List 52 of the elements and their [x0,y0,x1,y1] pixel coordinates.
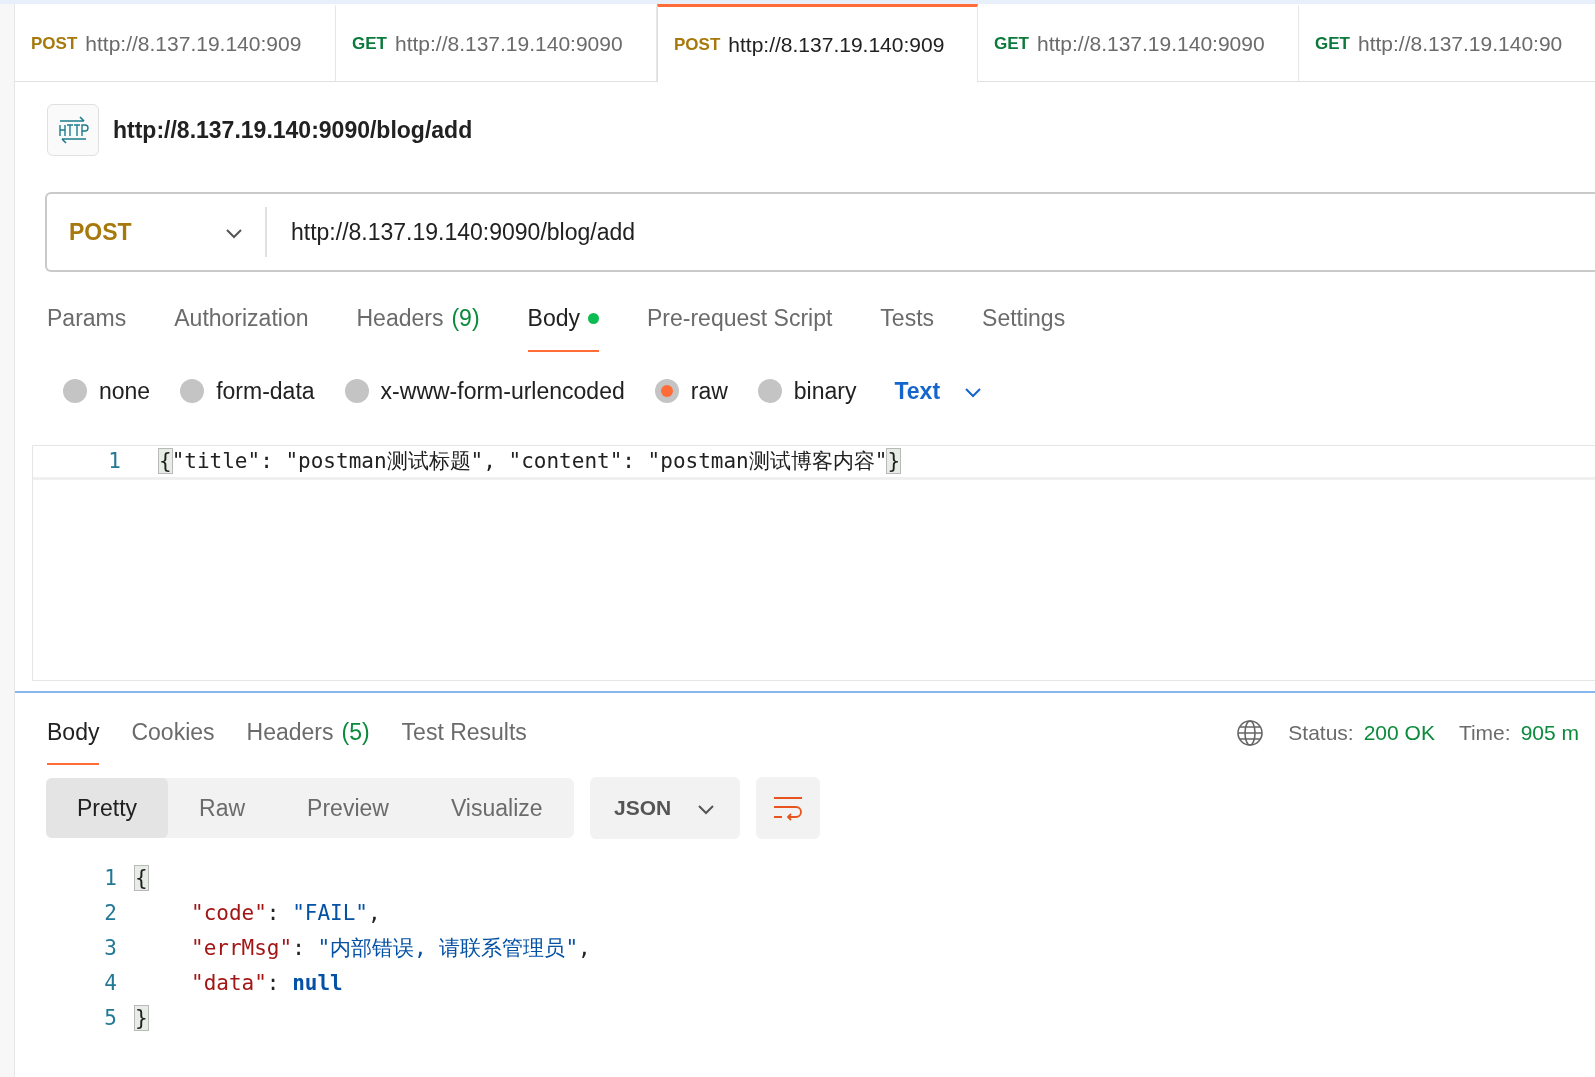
request-tab[interactable]: GET http://8.137.19.140:90 [1299,4,1595,81]
body-type-radio[interactable]: none [63,373,151,409]
code-line: {"title": "postman测试标题", "content": "postman测试博客内容"} [159,447,901,475]
wrap-icon [771,795,804,821]
response-tab[interactable]: Test Results [401,714,527,766]
view-mode-button[interactable]: Visualize [419,778,574,838]
line-number: 4 [103,969,118,997]
status-value: 200 OK [1363,720,1435,747]
view-mode-button[interactable]: Pretty [46,778,169,838]
code-line: "data": null [191,969,343,997]
request-section-tab[interactable]: Headers (9) [356,300,480,352]
chevron-icon [225,227,243,240]
wrap-lines-button[interactable] [755,777,820,839]
request-section-tab[interactable]: Tests [880,300,935,352]
response-format-select[interactable]: JSON [589,777,740,839]
line-number: 2 [103,899,118,927]
request-tab[interactable]: POST http://8.137.19.140:909 [657,4,978,83]
view-mode-button[interactable]: Preview [276,778,420,838]
request-section-tab[interactable]: Settings [982,300,1066,352]
response-tab[interactable]: Headers (5) [246,714,370,766]
line-number: 1 [103,864,118,892]
response-tab[interactable]: Cookies [131,714,215,766]
format-select[interactable]: Text [894,373,983,409]
time-value: 905 m [1520,720,1579,747]
code-line: "errMsg": "内部错误, 请联系管理员", [191,934,591,962]
line-number: 5 [103,1004,118,1032]
chevron-icon [964,386,983,399]
http-icon [47,104,99,156]
body-type-radio[interactable]: form-data [180,373,315,409]
request-tab[interactable]: POST http://8.137.19.140:909 [15,4,336,81]
request-section-tab[interactable]: Params [47,300,127,352]
line-number: 1 [107,447,122,475]
request-tab[interactable]: GET http://8.137.19.140:9090 [978,4,1299,81]
line-number: 3 [103,934,118,962]
chevron-icon [697,803,716,816]
body-type-radio[interactable]: binary [757,373,857,409]
code-line: "code": "FAIL", [191,899,381,927]
status-label: Status: [1288,720,1354,747]
globe-icon [1236,719,1265,747]
body-type-radio[interactable]: x-www-form-urlencoded [344,373,625,409]
response-tab[interactable]: Body [47,714,100,766]
url-bar: POST http://8.137.19.140:9090/blog/add [45,192,1595,272]
request-title: http://8.137.19.140:9090/blog/add [113,115,473,145]
request-section-tab[interactable]: Authorization [174,300,309,352]
request-section-tab[interactable]: Pre-request Script [647,300,833,352]
request-tab[interactable]: GET http://8.137.19.140:9090 [336,4,657,81]
body-type-radio[interactable]: raw [654,373,728,409]
request-body-editor[interactable]: 1 {"title": "postman测试标题", "content": "postman测试博客内容"} [32,445,1595,681]
view-mode-button[interactable]: Raw [168,778,277,838]
time-label: Time: [1458,720,1511,747]
method-select[interactable]: POST [47,207,267,257]
request-section-tab[interactable]: Body [527,300,599,352]
